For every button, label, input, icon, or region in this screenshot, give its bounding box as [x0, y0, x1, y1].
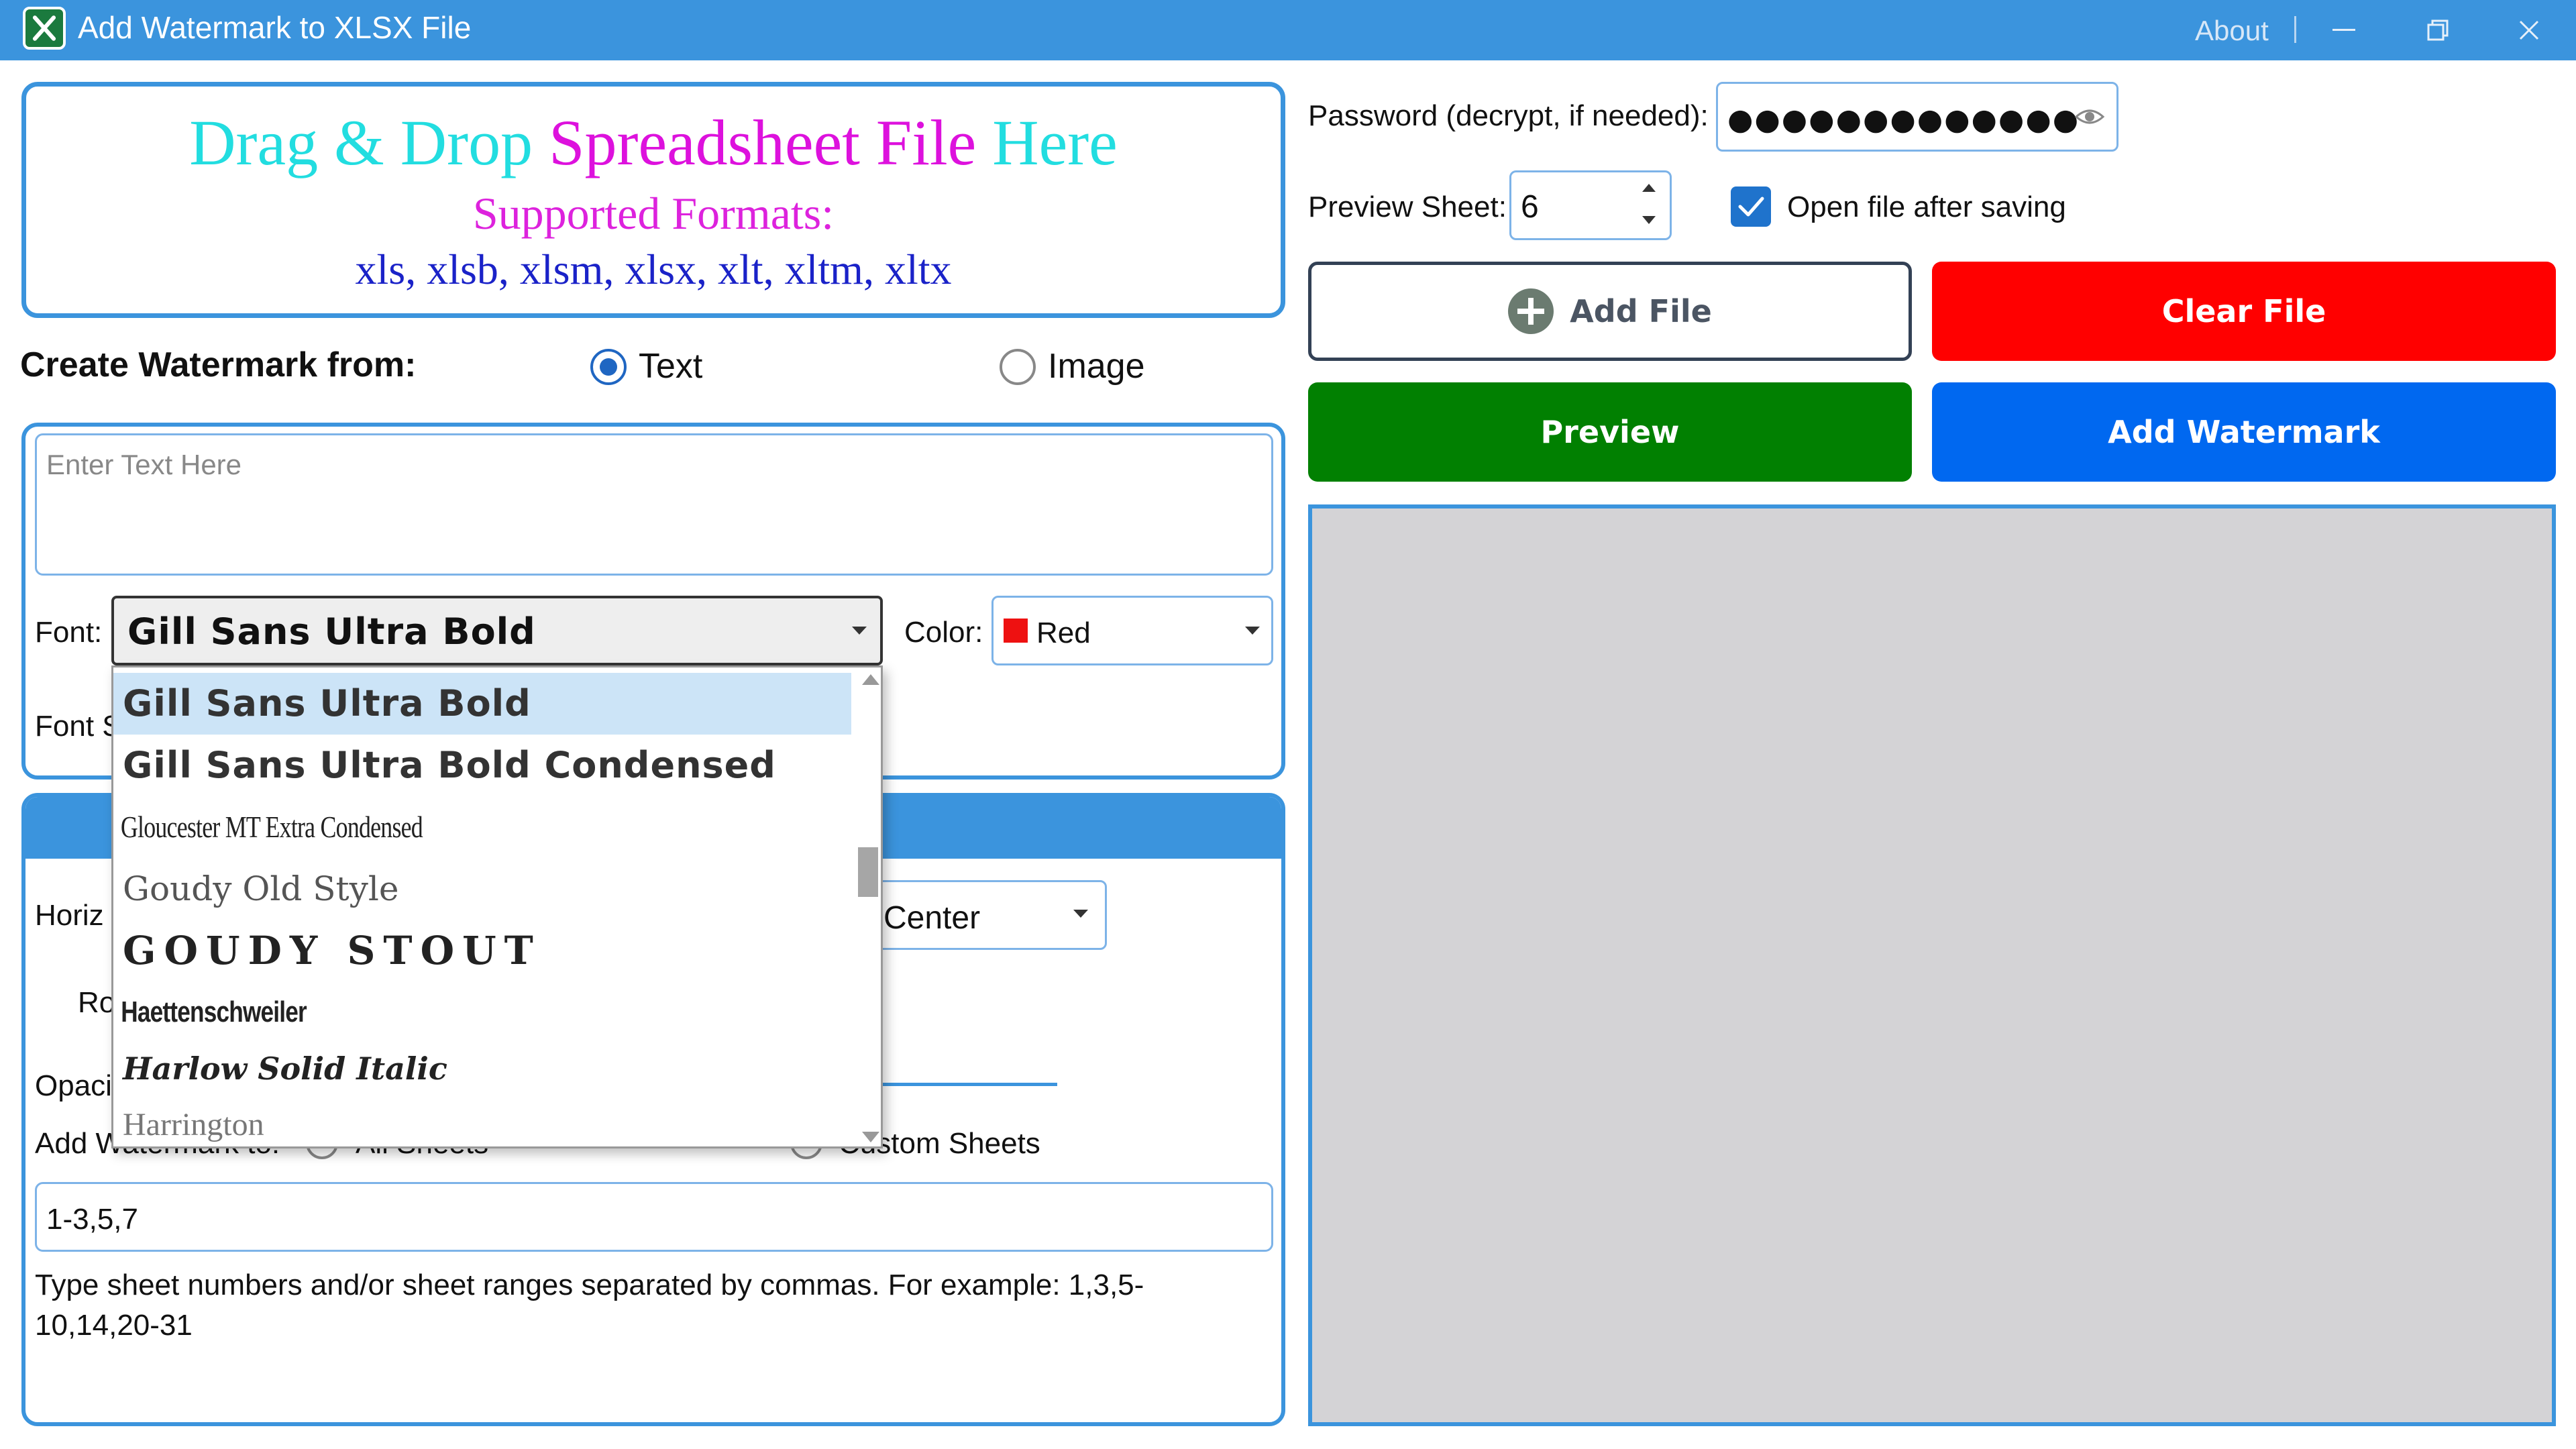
custom-sheets-input[interactable]: 1-3,5,7	[35, 1182, 1273, 1252]
add-file-button[interactable]: Add File	[1308, 262, 1912, 361]
open-after-saving-label[interactable]: Open file after saving	[1787, 191, 2066, 224]
color-label: Color:	[904, 616, 983, 649]
restore-icon	[2427, 19, 2449, 41]
rotation-label: Ro	[78, 986, 116, 1019]
font-option-selected[interactable]: Gill Sans Ultra Bold	[113, 673, 851, 735]
preview-area	[1308, 504, 2556, 1426]
minimize-icon	[2332, 29, 2355, 31]
radio-text-option[interactable]	[590, 349, 627, 385]
password-label: Password (decrypt, if needed):	[1308, 99, 1709, 132]
supported-formats-list: xls, xlsb, xlsm, xlsx, xlt, xltm, xltx	[355, 246, 952, 293]
add-file-label: Add File	[1570, 293, 1712, 329]
opacity-slider-track[interactable]	[883, 1083, 1057, 1086]
eye-icon[interactable]	[2074, 103, 2105, 130]
radio-text-label[interactable]: Text	[639, 346, 702, 386]
title-separator	[2294, 16, 2296, 43]
chevron-down-icon	[852, 627, 867, 635]
supported-formats-label: Supported Formats:	[472, 188, 835, 239]
scroll-down-icon[interactable]	[862, 1132, 879, 1142]
horizontal-alignment-select[interactable]: Center	[860, 880, 1107, 950]
clear-file-button[interactable]: Clear File	[1932, 262, 2556, 361]
preview-sheet-spinner[interactable]: 6	[1509, 170, 1672, 240]
about-link[interactable]: About	[2195, 15, 2269, 47]
scroll-up-icon[interactable]	[862, 674, 879, 685]
password-input[interactable]: ●●●●●●●●●●●●●	[1716, 82, 2118, 152]
open-after-saving-checkbox[interactable]	[1731, 186, 1771, 227]
sheets-help-text: Type sheet numbers and/or sheet ranges s…	[35, 1269, 1144, 1342]
opacity-label: Opaci	[35, 1069, 112, 1102]
horizontal-alignment-label: Horiz	[35, 899, 104, 932]
checkmark-icon	[1738, 197, 1764, 217]
dropdown-scrollbar[interactable]	[857, 667, 881, 1146]
spinner-up-icon[interactable]	[1642, 184, 1656, 192]
font-option[interactable]: Gill Sans Ultra Bold Condensed	[113, 735, 851, 796]
spinner-down-icon[interactable]	[1642, 216, 1656, 224]
window-title: Add Watermark to XLSX File	[78, 10, 472, 45]
minimize-button[interactable]	[2297, 0, 2391, 60]
preview-button[interactable]: Preview	[1308, 382, 1912, 482]
color-swatch	[1004, 619, 1028, 643]
color-select[interactable]: Red	[991, 596, 1273, 665]
drop-zone[interactable]: Drag & Drop Spreadsheet File Here Suppor…	[21, 82, 1285, 318]
restore-button[interactable]	[2391, 0, 2485, 60]
font-size-label: Font S	[35, 710, 122, 743]
watermark-source-label: Create Watermark from:	[20, 345, 417, 384]
font-option[interactable]: Goudy Old Style	[113, 858, 851, 920]
chevron-down-icon	[1245, 627, 1260, 635]
drop-heading-drag: Drag & Drop	[189, 107, 533, 178]
add-watermark-button[interactable]: Add Watermark	[1932, 382, 2556, 482]
drop-heading-file: Spreadsheet File	[549, 107, 977, 178]
font-option[interactable]: Harrington	[113, 1097, 851, 1146]
plus-circle-icon	[1508, 288, 1554, 334]
drop-zone-heading: Drag & Drop Spreadsheet File Here	[26, 105, 1281, 180]
radio-image-option[interactable]	[1000, 349, 1036, 385]
font-label: Font:	[35, 616, 103, 649]
font-option[interactable]: GOUDY STOUT	[113, 920, 851, 981]
preview-sheet-label: Preview Sheet:	[1308, 191, 1507, 223]
radio-image-label[interactable]: Image	[1048, 346, 1145, 386]
chevron-down-icon	[1073, 910, 1088, 918]
font-select[interactable]: Gill Sans Ultra Bold	[111, 596, 883, 665]
drop-heading-here: Here	[992, 107, 1118, 178]
scrollbar-thumb[interactable]	[858, 847, 878, 897]
excel-app-icon	[23, 7, 66, 50]
font-option[interactable]: Harlow Solid Italic	[113, 1040, 851, 1097]
close-icon	[2519, 20, 2539, 40]
font-dropdown-list[interactable]: Gill Sans Ultra Bold Gill Sans Ultra Bol…	[111, 665, 883, 1148]
font-option[interactable]: Haettenschweiler	[113, 981, 704, 1043]
watermark-text-input[interactable]: Enter Text Here	[35, 433, 1273, 576]
close-button[interactable]	[2482, 0, 2576, 60]
font-option[interactable]: Gloucester MT Extra Condensed	[113, 796, 689, 858]
